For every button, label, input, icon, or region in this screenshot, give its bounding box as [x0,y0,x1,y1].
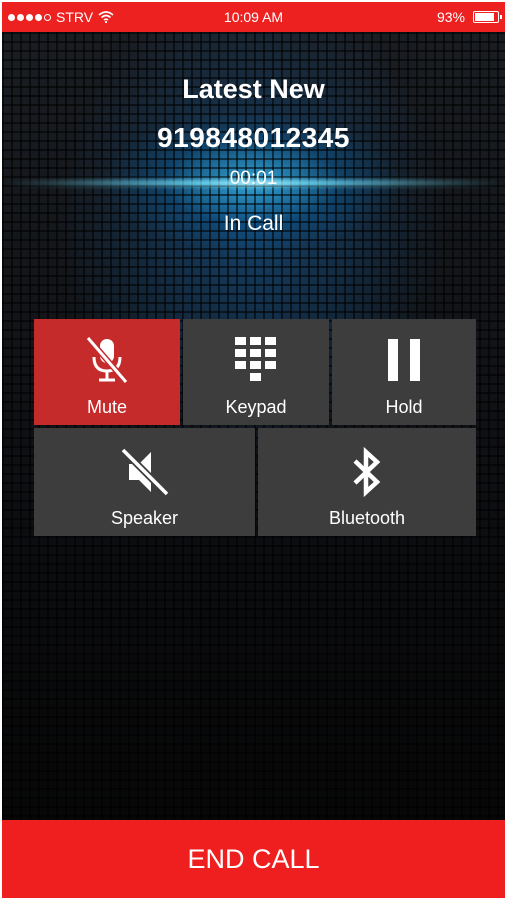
bluetooth-icon [353,446,381,498]
battery-percent: 93% [436,9,465,25]
phone-screen: STRV 10:09 AM 93% Latest New 91984801234… [2,2,505,898]
bluetooth-label: Bluetooth [328,508,406,528]
hold-button[interactable]: Hold [332,319,476,425]
keypad-grid-icon [235,337,276,381]
status-left: STRV [8,2,114,32]
status-bar: STRV 10:09 AM 93% [2,2,505,32]
call-duration: 00:01 [229,168,278,189]
pause-icon [388,339,420,381]
mute-label: Mute [86,397,128,417]
speaker-label: Speaker [110,508,179,528]
speaker-muted-icon [120,447,169,497]
battery-icon [473,11,502,23]
bluetooth-button[interactable]: Bluetooth [258,428,476,536]
signal-strength-icon [8,13,51,21]
mute-button[interactable]: Mute [34,319,180,425]
hold-label: Hold [385,397,423,417]
keypad-button[interactable]: Keypad [183,319,329,425]
phone-number: 919848012345 [157,122,350,153]
wifi-icon [98,11,114,23]
status-right: 93% [436,2,502,32]
end-call-button[interactable]: END CALL [2,820,505,898]
battery-level [475,13,494,21]
keypad-label: Keypad [225,397,287,417]
microphone-muted-icon [85,336,129,384]
speaker-button[interactable]: Speaker [34,428,255,536]
call-status: In Call [223,212,284,235]
contact-name: Latest New [182,74,325,104]
carrier-name: STRV [56,9,94,25]
